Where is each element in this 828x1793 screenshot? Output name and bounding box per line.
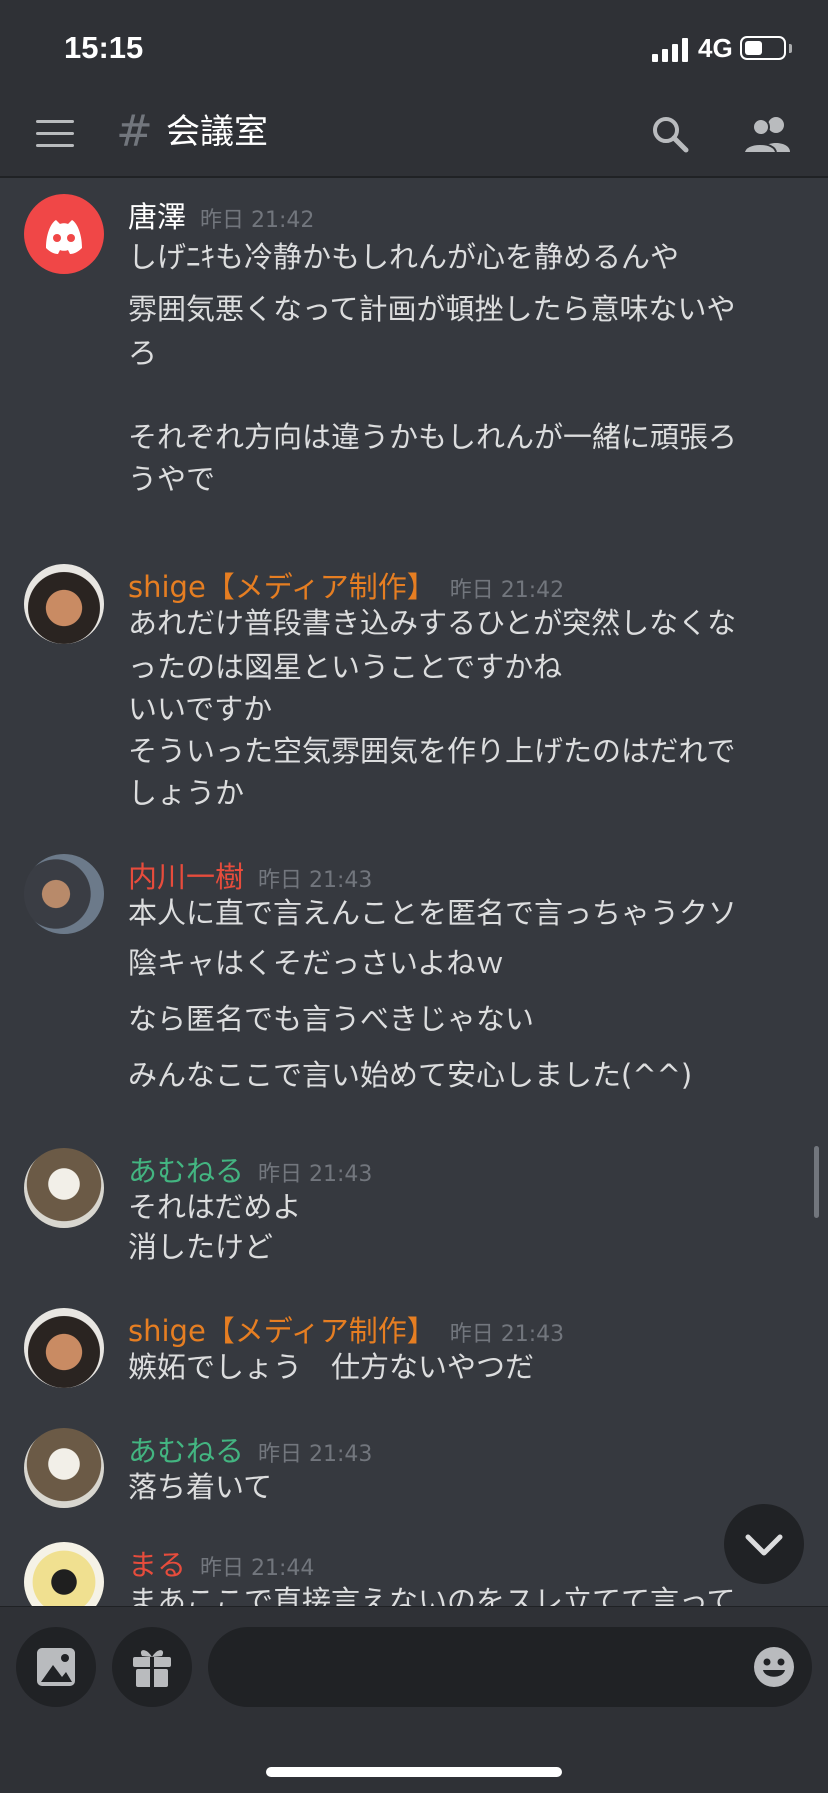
message-line: 雰囲気悪くなって計画が頓挫したら意味ないや [128, 292, 736, 326]
message-line: 落ち着いて [128, 1470, 273, 1504]
message-line: なら匿名でも言うべきじゃない [128, 1002, 535, 1036]
message-line: 陰キャはくそだっさいよねｗ [128, 946, 505, 980]
avatar[interactable] [24, 1428, 104, 1508]
avatar[interactable] [24, 1148, 104, 1228]
battery-cap [789, 44, 792, 53]
avatar[interactable] [24, 1308, 104, 1388]
jump-to-bottom-button[interactable] [724, 1504, 804, 1584]
username[interactable]: shige【メディア制作】 [128, 1314, 436, 1348]
gift-button[interactable] [112, 1627, 192, 1707]
timestamp: 昨日 21:42 [200, 208, 315, 233]
message-line: しょうか [128, 776, 245, 810]
message-line: あれだけ普段書き込みするひとが突然しなくな [128, 606, 737, 640]
message-line: 消したけど [128, 1230, 274, 1264]
scrollbar[interactable] [814, 1146, 819, 1218]
message-composer [0, 1606, 828, 1793]
message-line: それはだめよ [128, 1190, 302, 1224]
status-bar: 15:15 4G [0, 0, 828, 96]
message-header: 唐澤 昨日 21:42 [128, 194, 314, 236]
signal-icon [652, 38, 688, 62]
message-line: 嫉妬でしょう 仕方ないやつだ [128, 1350, 535, 1384]
home-indicator [266, 1767, 562, 1777]
username[interactable]: あむねる [128, 1154, 244, 1188]
status-time: 15:15 [64, 30, 144, 65]
message-line: ろ [128, 336, 158, 370]
avatar[interactable] [24, 194, 104, 274]
network-label: 4G [698, 33, 733, 63]
image-button[interactable] [16, 1627, 96, 1707]
username[interactable]: あむねる [128, 1434, 244, 1468]
username[interactable]: 唐澤 [128, 200, 186, 234]
message-line: みんなここで言い始めて安心しました(^^) [128, 1058, 693, 1092]
battery-icon [740, 36, 786, 60]
avatar[interactable] [24, 1542, 104, 1606]
username[interactable]: shige【メディア制作】 [128, 570, 436, 604]
message-list[interactable]: 唐澤 昨日 21:42 しげﾆｷも冷静かもしれんが心を静めるんや 雰囲気悪くなって… [0, 178, 828, 1606]
username[interactable]: まる [128, 1548, 186, 1582]
avatar[interactable] [24, 564, 104, 644]
menu-icon[interactable] [36, 120, 74, 150]
chevron-down-icon [745, 1534, 783, 1556]
message-line: それぞれ方向は違うかもしれんが一緒に頑張ろ [128, 420, 738, 454]
discord-logo-icon [46, 220, 82, 254]
message-line: まあここで直接言えないのをスレ立てて言って [128, 1584, 736, 1606]
gift-icon [133, 1650, 171, 1687]
channel-header: # 会議室 [0, 96, 828, 178]
message-line: うやで [128, 462, 216, 496]
channel-hash-icon: # [116, 106, 153, 157]
message-line: ったのは図星ということですかね [128, 650, 563, 684]
emoji-icon[interactable] [752, 1645, 796, 1689]
channel-title: 会議室 [166, 112, 268, 152]
timestamp: 昨日 21:43 [258, 1442, 373, 1467]
message-line: しげﾆｷも冷静かもしれんが心を静めるんや [128, 240, 680, 274]
message-line: そういった空気雰囲気を作り上げたのはだれで [128, 734, 736, 768]
message-line: いいですか [128, 692, 273, 726]
message-input[interactable] [208, 1627, 812, 1707]
message-line: 本人に直で言えんことを匿名で言っちゃうクソ [128, 896, 738, 930]
username[interactable]: 内川一樹 [128, 860, 244, 894]
members-icon[interactable] [742, 114, 794, 154]
avatar[interactable] [24, 854, 104, 934]
image-icon [37, 1648, 75, 1686]
search-icon[interactable] [650, 114, 690, 154]
